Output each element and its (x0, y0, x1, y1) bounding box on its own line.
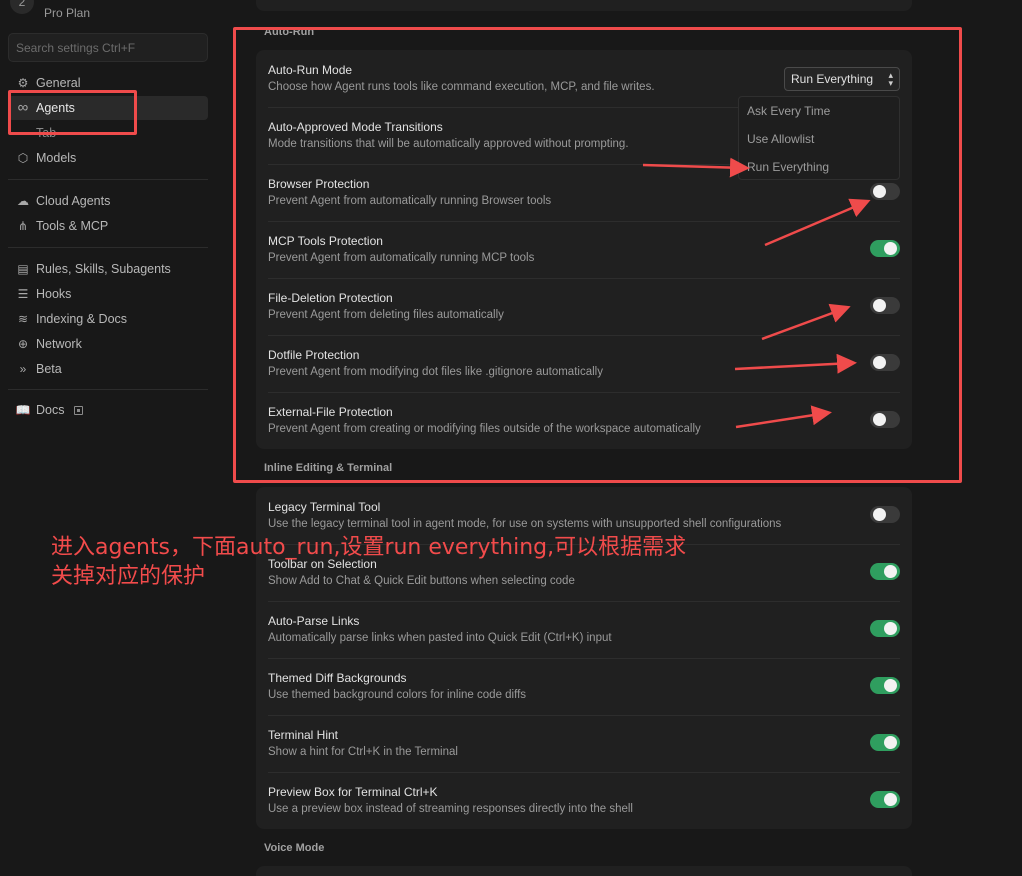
user-account[interactable]: 2 Pro Plan (10, 0, 210, 24)
setting-description: Prevent Agent from deleting files automa… (268, 309, 504, 321)
sidebar-item-rules[interactable]: ▤ Rules, Skills, Subagents (8, 257, 208, 281)
toolbar-on-selection-toggle[interactable] (870, 563, 900, 580)
setting-description: Prevent Agent from automatically running… (268, 252, 535, 264)
globe-icon: ⊕ (17, 337, 29, 351)
setting-title: MCP Tools Protection (268, 234, 383, 248)
sidebar-item-indexing[interactable]: ≋ Indexing & Docs (8, 307, 208, 331)
dropdown-option-use-allowlist[interactable]: Use Allowlist (747, 132, 814, 146)
search-input[interactable] (8, 33, 208, 62)
preview-box-toggle[interactable] (870, 791, 900, 808)
sidebar-divider (8, 247, 208, 248)
select-value: Run Everything (791, 72, 874, 86)
themed-diff-toggle[interactable] (870, 677, 900, 694)
sidebar-item-docs[interactable]: 📖 Docs (8, 398, 208, 422)
section-label-auto-run: Auto-Run (264, 26, 315, 38)
sidebar-item-label: Models (36, 151, 77, 165)
external-link-icon (73, 406, 83, 415)
dropdown-option-run-everything[interactable]: Run Everything (747, 160, 829, 174)
setting-description: Show a hint for Ctrl+K in the Terminal (268, 746, 458, 758)
legacy-terminal-toggle[interactable] (870, 506, 900, 523)
sidebar-item-label: Rules, Skills, Subagents (36, 262, 171, 276)
infinity-icon: ∞ (17, 99, 29, 116)
external-file-protection-toggle[interactable] (870, 411, 900, 428)
previous-section-card (256, 0, 912, 11)
setting-title: Dotfile Protection (268, 348, 360, 362)
setting-title: File-Deletion Protection (268, 291, 393, 305)
sidebar-item-label: Docs (36, 403, 65, 417)
setting-row-file-deletion-protection: File-Deletion Protection Prevent Agent f… (268, 278, 900, 335)
setting-description: Use the legacy terminal tool in agent mo… (268, 518, 782, 530)
setting-description: Automatically parse links when pasted in… (268, 632, 612, 644)
sidebar-item-label: Agents (36, 101, 75, 115)
book-icon: 📖 (15, 403, 31, 417)
annotation-text: 进入agents，下面auto_run,设置run everything,可以根… (51, 535, 687, 589)
voice-mode-card (256, 866, 912, 876)
setting-row-themed-diff: Themed Diff Backgrounds Use themed backg… (268, 658, 900, 715)
terminal-hint-toggle[interactable] (870, 734, 900, 751)
setting-title: Auto-Approved Mode Transitions (268, 120, 443, 134)
list-icon: ☰ (17, 287, 29, 301)
nodes-icon: ⋔ (17, 219, 29, 233)
double-chevron-icon: » (19, 362, 27, 376)
setting-description: Prevent Agent from creating or modifying… (268, 423, 701, 435)
sidebar-item-label: Tools & MCP (36, 219, 109, 233)
auto-parse-links-toggle[interactable] (870, 620, 900, 637)
setting-title: Auto-Run Mode (268, 63, 353, 77)
sidebar-divider (8, 389, 208, 390)
sidebar-item-models[interactable]: ⬡ Models (8, 146, 208, 170)
sidebar-item-hooks[interactable]: ☰ Hooks (8, 282, 208, 306)
setting-title: External-File Protection (268, 405, 393, 419)
auto-run-mode-dropdown: Ask Every Time Use Allowlist Run Everyth… (738, 96, 900, 180)
sidebar-item-label: General (36, 76, 81, 90)
sidebar-divider (8, 179, 208, 180)
sidebar-item-label: Beta (36, 362, 62, 376)
setting-row-mcp-tools-protection: MCP Tools Protection Prevent Agent from … (268, 221, 900, 278)
setting-description: Prevent Agent from modifying dot files l… (268, 366, 603, 378)
setting-description: Mode transitions that will be automatica… (268, 138, 629, 150)
setting-row-external-file-protection: External-File Protection Prevent Agent f… (268, 392, 900, 449)
auto-run-mode-select[interactable]: Run Everything ▴ ▾ (784, 67, 900, 91)
setting-title: Legacy Terminal Tool (268, 500, 381, 514)
setting-description: Use themed background colors for inline … (268, 689, 527, 701)
setting-title: Preview Box for Terminal Ctrl+K (268, 785, 438, 799)
gear-icon: ⚙ (17, 76, 29, 90)
sidebar-item-network[interactable]: ⊕ Network (8, 332, 208, 356)
setting-title: Browser Protection (268, 177, 370, 191)
setting-row-dotfile-protection: Dotfile Protection Prevent Agent from mo… (268, 335, 900, 392)
clipboard-icon: ▤ (17, 262, 29, 276)
chevron-updown-icon: ▴ ▾ (888, 70, 893, 88)
browser-protection-toggle[interactable] (870, 183, 900, 200)
setting-description: Choose how Agent runs tools like command… (268, 81, 655, 93)
setting-title: Auto-Parse Links (268, 614, 360, 628)
setting-description: Prevent Agent from automatically running… (268, 195, 552, 207)
mcp-tools-protection-toggle[interactable] (870, 240, 900, 257)
setting-description: Use a preview box instead of streaming r… (268, 803, 633, 815)
sidebar-item-tools-mcp[interactable]: ⋔ Tools & MCP (8, 214, 208, 238)
section-label-inline-editing: Inline Editing & Terminal (264, 462, 393, 474)
sidebar-item-label: Network (36, 337, 82, 351)
sidebar-item-general[interactable]: ⚙ General (8, 71, 208, 95)
sidebar-item-tab[interactable]: Tab (36, 126, 56, 140)
setting-title: Terminal Hint (268, 728, 339, 742)
sidebar-item-label: Cloud Agents (36, 194, 111, 208)
dropdown-option-ask-every-time[interactable]: Ask Every Time (747, 104, 830, 118)
file-deletion-protection-toggle[interactable] (870, 297, 900, 314)
cloud-icon: ☁ (17, 194, 29, 208)
cube-icon: ⬡ (17, 151, 29, 165)
settings-sidebar: 2 Pro Plan ⚙ General ∞ Agents Tab ⬡ Mode… (0, 0, 216, 876)
sidebar-item-label: Hooks (36, 287, 72, 301)
sidebar-item-beta[interactable]: » Beta (8, 357, 208, 381)
plan-label: Pro Plan (44, 6, 91, 20)
sidebar-item-cloud-agents[interactable]: ☁ Cloud Agents (8, 189, 208, 213)
database-icon: ≋ (17, 312, 29, 326)
section-label-voice-mode: Voice Mode (264, 842, 325, 854)
setting-row-preview-box: Preview Box for Terminal Ctrl+K Use a pr… (268, 772, 900, 829)
sidebar-item-agents[interactable]: ∞ Agents (8, 96, 208, 120)
dotfile-protection-toggle[interactable] (870, 354, 900, 371)
setting-title: Themed Diff Backgrounds (268, 671, 407, 685)
avatar: 2 (10, 0, 34, 14)
setting-row-auto-parse-links: Auto-Parse Links Automatically parse lin… (268, 601, 900, 658)
setting-row-terminal-hint: Terminal Hint Show a hint for Ctrl+K in … (268, 715, 900, 772)
sidebar-item-label: Indexing & Docs (36, 312, 128, 326)
